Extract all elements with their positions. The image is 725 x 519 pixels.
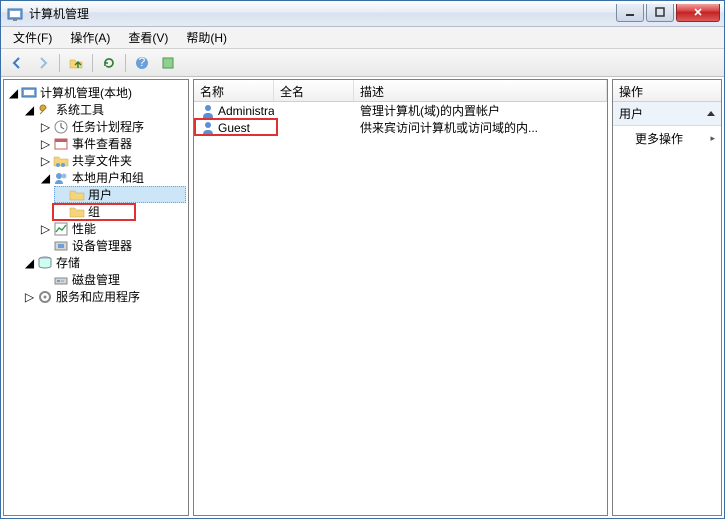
- tree-label: 任务计划程序: [72, 118, 144, 135]
- tree-device-manager[interactable]: 设备管理器: [38, 237, 186, 254]
- column-description[interactable]: 描述: [354, 80, 607, 101]
- tree-root[interactable]: ◢ 计算机管理(本地): [6, 84, 186, 101]
- title-bar[interactable]: 计算机管理: [1, 1, 724, 27]
- toolbar-separator: [125, 54, 126, 72]
- tree-label: 性能: [72, 220, 96, 237]
- column-name[interactable]: 名称: [194, 80, 274, 101]
- computer-icon: [21, 85, 37, 101]
- toolbar-separator: [59, 54, 60, 72]
- collapse-icon: [707, 111, 715, 116]
- svg-text:?: ?: [139, 56, 146, 69]
- tree-label: 用户: [88, 186, 112, 203]
- tree-label: 设备管理器: [72, 237, 132, 254]
- user-icon: [200, 103, 216, 119]
- tree-label: 存储: [56, 254, 80, 271]
- forward-button[interactable]: [31, 52, 55, 74]
- tree-label: 本地用户和组: [72, 169, 144, 186]
- tree-system-tools[interactable]: ◢ 系统工具: [22, 101, 186, 118]
- menu-bar: 文件(F) 操作(A) 查看(V) 帮助(H): [1, 27, 724, 49]
- folder-icon: [69, 187, 85, 203]
- actions-section-header[interactable]: 用户: [613, 102, 721, 126]
- toolbar-separator: [92, 54, 93, 72]
- expand-icon[interactable]: ▷: [40, 155, 51, 166]
- app-icon: [7, 6, 23, 22]
- minimize-button[interactable]: [616, 4, 644, 22]
- tree-performance[interactable]: ▷ 性能: [38, 220, 186, 237]
- actions-section-label: 用户: [619, 105, 643, 122]
- collapse-icon[interactable]: ◢: [24, 104, 35, 115]
- shared-folder-icon: [53, 153, 69, 169]
- tree-services-apps[interactable]: ▷ 服务和应用程序: [22, 288, 186, 305]
- device-icon: [53, 238, 69, 254]
- tree-groups[interactable]: 组: [54, 203, 186, 220]
- expand-icon[interactable]: ▷: [24, 291, 35, 302]
- list-pane[interactable]: 名称 全名 描述 Administrat... 管理计算机(域)的内置帐户 Gu…: [193, 79, 608, 516]
- expand-icon[interactable]: ▷: [40, 121, 51, 132]
- expand-icon[interactable]: ▷: [40, 138, 51, 149]
- user-icon: [200, 120, 216, 136]
- actions-more-label: 更多操作: [635, 130, 683, 147]
- tree-event-viewer[interactable]: ▷ 事件查看器: [38, 135, 186, 152]
- collapse-icon[interactable]: ◢: [24, 257, 35, 268]
- actions-pane: 操作 用户 更多操作: [612, 79, 722, 516]
- tree-label: 服务和应用程序: [56, 288, 140, 305]
- column-fullname[interactable]: 全名: [274, 80, 354, 101]
- close-button[interactable]: [676, 4, 720, 22]
- menu-file[interactable]: 文件(F): [5, 27, 60, 48]
- menu-action[interactable]: 操作(A): [62, 27, 118, 48]
- tree-shared-folders[interactable]: ▷ 共享文件夹: [38, 152, 186, 169]
- storage-icon: [37, 255, 53, 271]
- collapse-icon[interactable]: ◢: [40, 172, 51, 183]
- list-body[interactable]: Administrat... 管理计算机(域)的内置帐户 Guest 供来宾访问…: [194, 102, 607, 515]
- tree-label: 系统工具: [56, 101, 104, 118]
- cell-description: 供来宾访问计算机或访问域的内...: [360, 119, 538, 136]
- list-row[interactable]: Administrat... 管理计算机(域)的内置帐户: [194, 102, 607, 119]
- tree-storage[interactable]: ◢ 存储: [22, 254, 186, 271]
- event-icon: [53, 136, 69, 152]
- menu-view[interactable]: 查看(V): [120, 27, 176, 48]
- window-buttons: [614, 4, 720, 24]
- tree-label: 磁盘管理: [72, 271, 120, 288]
- toolbar: ?: [1, 49, 724, 77]
- disk-icon: [53, 272, 69, 288]
- refresh-button[interactable]: [97, 52, 121, 74]
- cell-description: 管理计算机(域)的内置帐户: [360, 102, 500, 119]
- services-icon: [37, 289, 53, 305]
- performance-icon: [53, 221, 69, 237]
- tree-task-scheduler[interactable]: ▷ 任务计划程序: [38, 118, 186, 135]
- help-button[interactable]: ?: [130, 52, 154, 74]
- tree-label: 共享文件夹: [72, 152, 132, 169]
- list-header: 名称 全名 描述: [194, 80, 607, 102]
- window-frame: 计算机管理 文件(F) 操作(A) 查看(V) 帮助(H) ?: [0, 0, 725, 519]
- actions-title: 操作: [613, 80, 721, 102]
- tree-local-users-groups[interactable]: ◢ 本地用户和组: [38, 169, 186, 186]
- window-title: 计算机管理: [29, 5, 614, 22]
- tree-label: 事件查看器: [72, 135, 132, 152]
- tree-label: 组: [88, 203, 100, 220]
- maximize-button[interactable]: [646, 4, 674, 22]
- cell-name: Administrat...: [218, 104, 274, 118]
- menu-help[interactable]: 帮助(H): [178, 27, 235, 48]
- export-button[interactable]: [156, 52, 180, 74]
- tree-users[interactable]: 用户: [54, 186, 186, 203]
- folder-icon: [69, 204, 85, 220]
- users-groups-icon: [53, 170, 69, 186]
- clock-icon: [53, 119, 69, 135]
- up-button[interactable]: [64, 52, 88, 74]
- cell-name: Guest: [218, 121, 250, 135]
- tools-icon: [37, 102, 53, 118]
- list-row[interactable]: Guest 供来宾访问计算机或访问域的内...: [194, 119, 607, 136]
- main-body: ◢ 计算机管理(本地) ◢ 系统工具 ▷ 任务计划程序: [1, 77, 724, 518]
- back-button[interactable]: [5, 52, 29, 74]
- collapse-icon[interactable]: ◢: [8, 87, 19, 98]
- tree-pane[interactable]: ◢ 计算机管理(本地) ◢ 系统工具 ▷ 任务计划程序: [3, 79, 189, 516]
- tree-disk-management[interactable]: 磁盘管理: [38, 271, 186, 288]
- expand-icon[interactable]: ▷: [40, 223, 51, 234]
- console-tree[interactable]: ◢ 计算机管理(本地) ◢ 系统工具 ▷ 任务计划程序: [6, 84, 186, 305]
- tree-label: 计算机管理(本地): [40, 84, 132, 101]
- actions-more[interactable]: 更多操作: [613, 126, 721, 151]
